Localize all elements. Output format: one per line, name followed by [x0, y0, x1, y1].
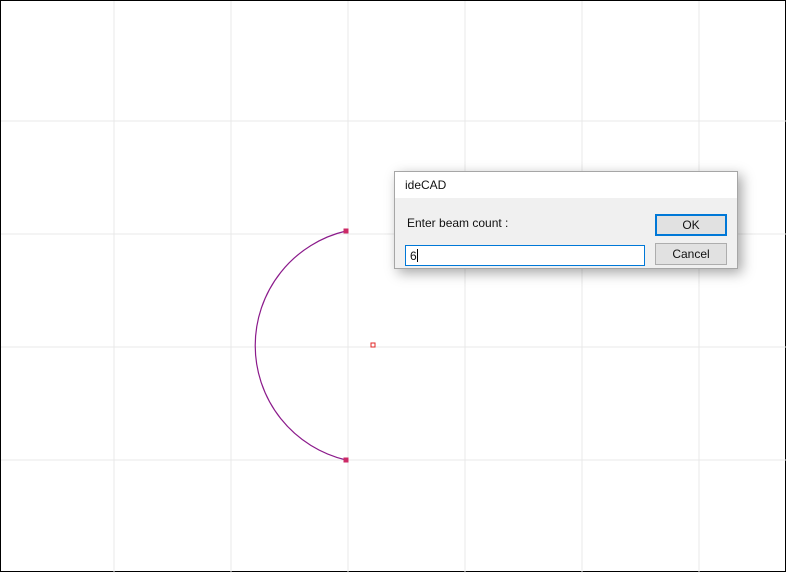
cancel-button[interactable]: Cancel [655, 243, 727, 265]
arc-center-marker[interactable] [371, 343, 375, 347]
text-caret [417, 249, 418, 262]
ok-button[interactable]: OK [655, 214, 727, 236]
arc-endpoint-marker[interactable] [344, 458, 349, 463]
dialog-titlebar[interactable]: ideCAD [395, 172, 737, 198]
beam-count-dialog: ideCAD Enter beam count : OK Cancel 6 [394, 171, 738, 269]
dialog-prompt: Enter beam count : [407, 216, 508, 230]
beam-count-value: 6 [410, 249, 417, 263]
beam-count-input[interactable]: 6 [405, 245, 645, 266]
idecad-drawing-window: { "dialog": { "title": "ideCAD", "prompt… [0, 0, 786, 572]
beam-arc[interactable] [255, 231, 346, 460]
dialog-title: ideCAD [405, 178, 446, 192]
drawing-canvas[interactable] [1, 1, 786, 573]
arc-endpoint-marker[interactable] [344, 229, 349, 234]
